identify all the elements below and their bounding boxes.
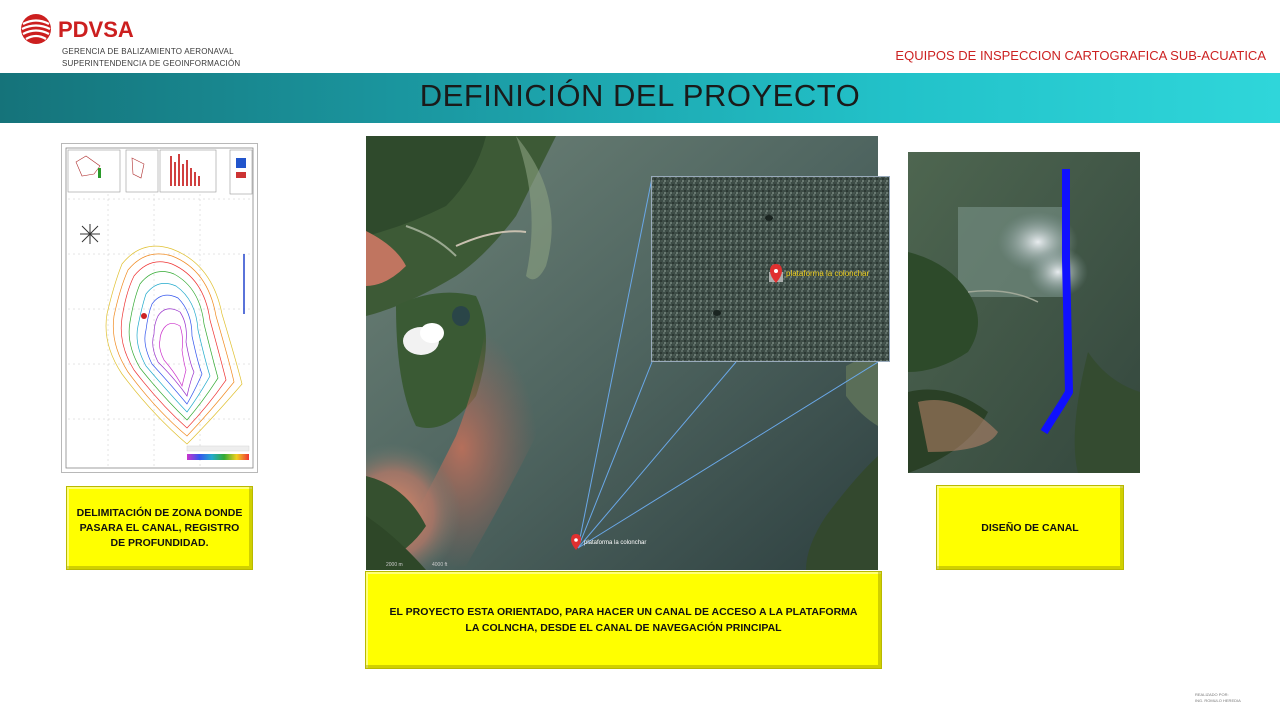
marker-label: plataforma la colonchar [584, 540, 646, 546]
scale-label-ft: 4000 ft [432, 562, 448, 568]
pdvsa-logo: PDVSA [16, 12, 176, 48]
pdvsa-sun-icon [21, 14, 51, 44]
subtitle-superintendencia: SUPERINTENDENCIA DE GEOINFORMACIÓN [62, 59, 241, 68]
canal-design-image [908, 152, 1140, 473]
north-arrow-icon [80, 224, 100, 244]
canal-design-box: DISEÑO DE CANAL [936, 485, 1124, 570]
brand-name: PDVSA [58, 17, 134, 42]
author-credit-line2: ING. ROMULO HEREDIA [1195, 698, 1241, 703]
author-credit: REALIZADO POR: ING. ROMULO HEREDIA [1195, 692, 1241, 704]
inset-marker-label: plataforma la colonchar [786, 269, 869, 278]
page-title: DEFINICIÓN DEL PROYECTO [419, 78, 861, 113]
zoom-inset: plataforma la colonchar [651, 176, 890, 362]
project-description-box: EL PROYECTO ESTA ORIENTADO, PARA HACER U… [365, 571, 882, 669]
scale-label-m: 2000 m [386, 562, 403, 568]
bathymetry-map [61, 143, 258, 473]
subtitle-gerencia: GERENCIA DE BALIZAMIENTO AERONAVAL [62, 47, 234, 56]
zone-delimitation-box: DELIMITACIÓN DE ZONA DONDE PASARA EL CAN… [66, 486, 253, 570]
header-section-title: EQUIPOS DE INSPECCION CARTOGRAFICA SUB-A… [895, 48, 1266, 63]
